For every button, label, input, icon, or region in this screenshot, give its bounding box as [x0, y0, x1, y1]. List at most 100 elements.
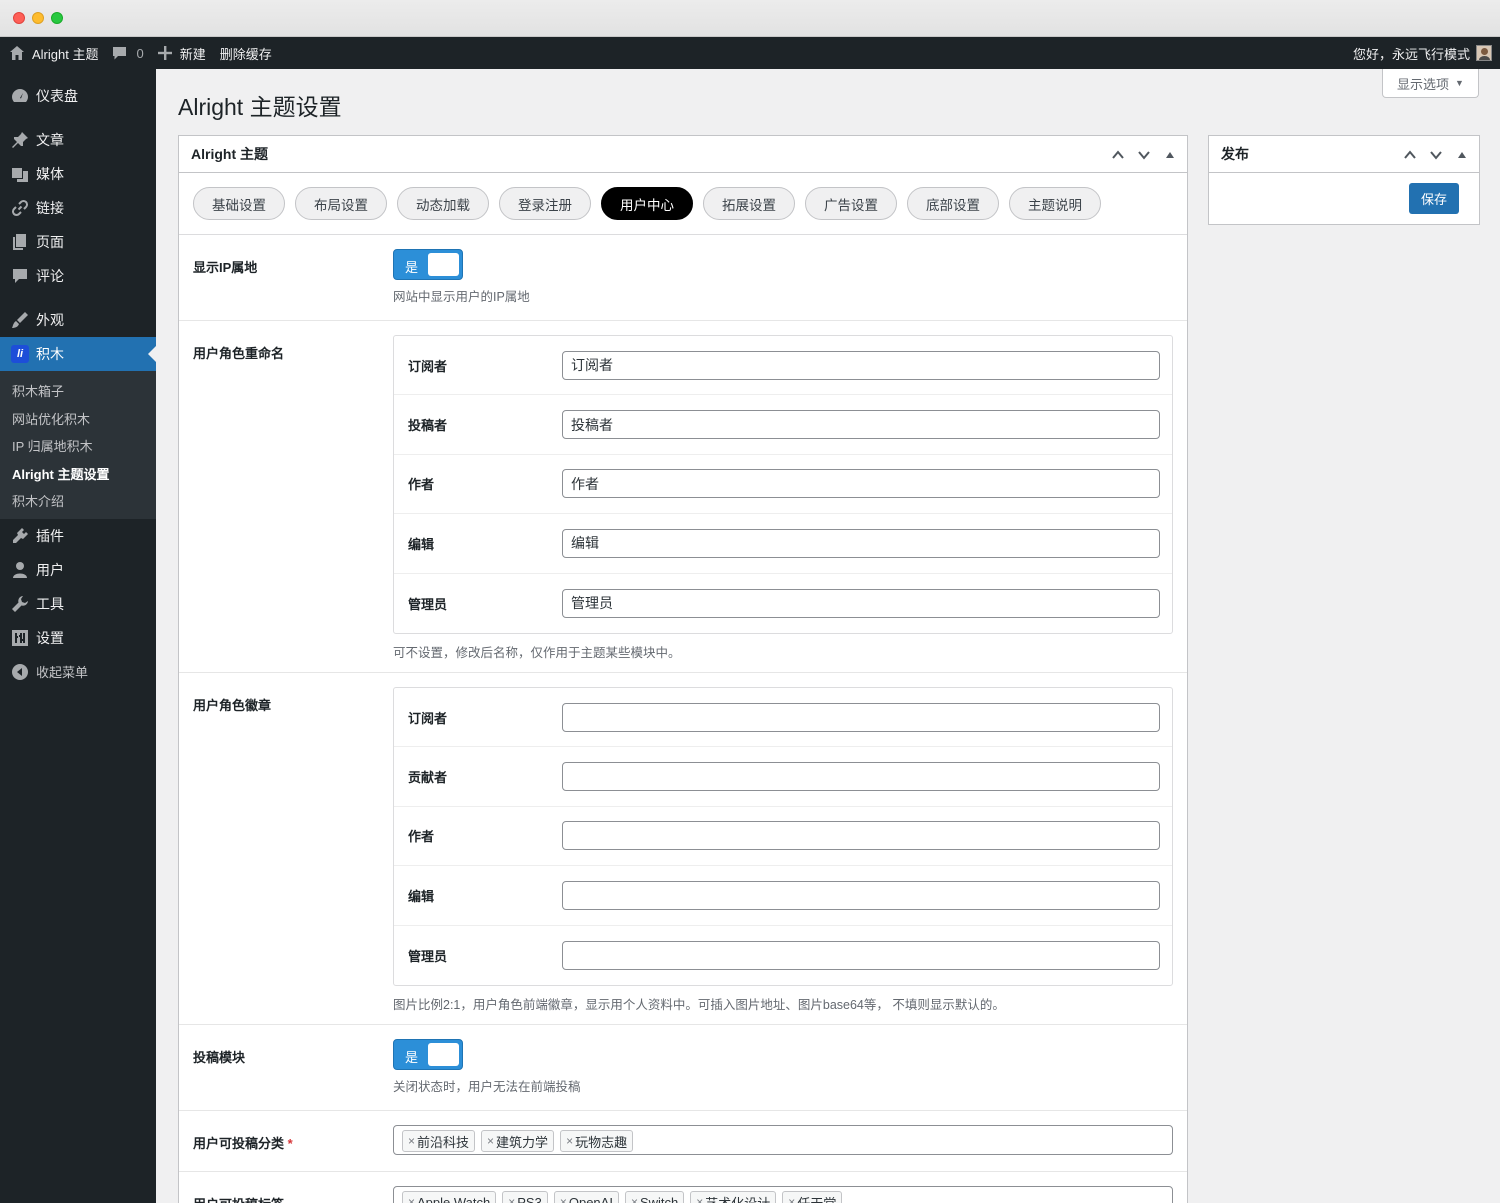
- move-down-icon[interactable]: [1425, 144, 1447, 166]
- tab-dynamic-loading[interactable]: 动态加载: [397, 187, 489, 220]
- row-label: 编辑: [408, 888, 435, 904]
- tag-chip: × Switch: [624, 1191, 685, 1203]
- move-up-icon[interactable]: [1107, 144, 1129, 166]
- new-content-link[interactable]: 新建: [151, 37, 213, 69]
- tab-user-center[interactable]: 用户中心: [601, 187, 693, 220]
- admin-name-input[interactable]: 管理员: [562, 588, 1160, 618]
- zoom-window-button[interactable]: [51, 12, 63, 24]
- admin-badge-input[interactable]: [562, 940, 1160, 970]
- submenu-item-ip-location[interactable]: IP 归属地积木: [0, 432, 156, 460]
- sidebar-item-comments[interactable]: 评论: [0, 259, 156, 293]
- row-label: 订阅者: [408, 358, 448, 374]
- role-badge-group: 订阅者 贡献者 作者 编辑 管理员: [393, 687, 1173, 986]
- comments-link[interactable]: 0: [105, 37, 150, 69]
- row-label: 作者: [408, 477, 435, 493]
- submenu-item-seo[interactable]: 网站优化积木: [0, 405, 156, 433]
- collapse-menu-button[interactable]: 收起菜单: [0, 655, 156, 689]
- show-ip-toggle[interactable]: 是: [393, 249, 463, 280]
- media-icon: [10, 164, 30, 184]
- remove-tag-icon[interactable]: ×: [408, 1195, 415, 1203]
- remove-tag-icon[interactable]: ×: [487, 1134, 494, 1148]
- contributor-name-input[interactable]: 投稿者: [562, 410, 1160, 440]
- submit-module-toggle[interactable]: 是: [393, 1039, 463, 1070]
- tag-chip: × 任天堂: [782, 1191, 843, 1203]
- field-submit-module: 投稿模块 是 关闭状态时，用户无法在前端投稿: [179, 1025, 1187, 1111]
- role-badge-row: 贡献者: [394, 747, 1172, 807]
- tab-layout[interactable]: 布局设置: [295, 187, 387, 220]
- tab-extensions[interactable]: 拓展设置: [703, 187, 795, 220]
- tab-ads[interactable]: 广告设置: [805, 187, 897, 220]
- subscriber-badge-input[interactable]: [562, 702, 1160, 732]
- screen-options-button[interactable]: 显示选项 ▼: [1382, 69, 1479, 98]
- sidebar-item-posts[interactable]: 文章: [0, 123, 156, 157]
- theme-settings-box: Alright 主题 基础设置 布局设置 动态加载 登录注册 用户中心 拓展设置…: [178, 135, 1188, 1203]
- remove-tag-icon[interactable]: ×: [788, 1195, 795, 1203]
- contributor-badge-input[interactable]: [562, 762, 1160, 792]
- tag-label: 艺术化设计: [705, 1195, 771, 1203]
- clear-cache-label: 删除缓存: [219, 46, 272, 62]
- tag-chip: × OpenAI: [553, 1191, 619, 1203]
- sidebar-item-media[interactable]: 媒体: [0, 157, 156, 191]
- tab-theme-docs[interactable]: 主题说明: [1009, 187, 1101, 220]
- screen-options-label: 显示选项: [1397, 76, 1450, 92]
- submit-categories-select[interactable]: × 前沿科技 × 建筑力学 × 玩物志趣: [393, 1125, 1173, 1155]
- sidebar-item-links[interactable]: 链接: [0, 191, 156, 225]
- tab-login-register[interactable]: 登录注册: [499, 187, 591, 220]
- tag-label: OpenAI: [568, 1194, 613, 1203]
- sidebar-item-appearance[interactable]: 外观: [0, 303, 156, 337]
- sidebar-item-users[interactable]: 用户: [0, 553, 156, 587]
- sidebar-item-pages[interactable]: 页面: [0, 225, 156, 259]
- site-home-link[interactable]: Alright 主题: [0, 37, 105, 69]
- role-rename-row: 订阅者 订阅者: [394, 336, 1172, 396]
- tab-basic[interactable]: 基础设置: [193, 187, 285, 220]
- role-rename-group: 订阅者 订阅者 投稿者 投稿者 作者 作者 编辑 编辑 管理员 管理员: [393, 335, 1173, 634]
- admin-bar: Alright 主题 0 新建 删除缓存 您好，永远飞行模式: [0, 37, 1500, 69]
- toggle-panel-icon[interactable]: [1451, 144, 1473, 166]
- author-name-input[interactable]: 作者: [562, 469, 1160, 499]
- sidebar-item-jimu[interactable]: li 积木: [0, 337, 156, 371]
- tag-chip: × Apple Watch: [402, 1191, 497, 1203]
- comments-count: 0: [136, 45, 144, 61]
- close-window-button[interactable]: [13, 12, 25, 24]
- sidebar-item-plugins[interactable]: 插件: [0, 519, 156, 553]
- editor-badge-input[interactable]: [562, 880, 1160, 910]
- editor-name-input[interactable]: 编辑: [562, 528, 1160, 558]
- remove-tag-icon[interactable]: ×: [631, 1195, 638, 1203]
- remove-tag-icon[interactable]: ×: [408, 1134, 415, 1148]
- sidebar-label: 媒体: [36, 166, 64, 182]
- move-up-icon[interactable]: [1399, 144, 1421, 166]
- field-show-ip: 显示IP属地 是 网站中显示用户的IP属地: [179, 235, 1187, 321]
- remove-tag-icon[interactable]: ×: [696, 1195, 703, 1203]
- move-down-icon[interactable]: [1133, 144, 1155, 166]
- sidebar-label: 工具: [36, 595, 64, 612]
- admin-sidebar: 仪表盘 文章 媒体 链接 页面 评论 外观 li 积木 积木箱子 网站优化积木 …: [0, 69, 156, 1203]
- save-button[interactable]: 保存: [1408, 183, 1459, 214]
- field-role-rename: 用户角色重命名 订阅者 订阅者 投稿者 投稿者 作者 作者 编辑 编辑 管理员 …: [179, 321, 1187, 673]
- sidebar-item-tools[interactable]: 工具: [0, 587, 156, 621]
- role-rename-row: 编辑 编辑: [394, 514, 1172, 574]
- submenu-item-jimu-box[interactable]: 积木箱子: [0, 377, 156, 405]
- sidebar-item-settings[interactable]: 设置: [0, 621, 156, 655]
- role-rename-row: 投稿者 投稿者: [394, 395, 1172, 455]
- submit-tags-select[interactable]: × Apple Watch × PS3 × OpenAI × Switch × 艺术化设计…: [393, 1186, 1173, 1203]
- remove-tag-icon[interactable]: ×: [508, 1195, 515, 1203]
- user-icon: [10, 560, 30, 580]
- required-mark: *: [287, 1136, 293, 1151]
- row-label: 管理员: [408, 948, 448, 964]
- minimize-window-button[interactable]: [32, 12, 44, 24]
- role-badge-row: 作者: [394, 807, 1172, 867]
- clear-cache-link[interactable]: 删除缓存: [213, 37, 279, 69]
- remove-tag-icon[interactable]: ×: [566, 1134, 573, 1148]
- author-badge-input[interactable]: [562, 821, 1160, 851]
- tab-footer[interactable]: 底部设置: [907, 187, 999, 220]
- toggle-knob: [428, 253, 459, 276]
- subscriber-name-input[interactable]: 订阅者: [562, 350, 1160, 380]
- toggle-panel-icon[interactable]: [1159, 144, 1181, 166]
- account-menu[interactable]: 您好，永远飞行模式: [1353, 37, 1492, 69]
- submenu-item-alright-settings[interactable]: Alright 主题设置: [0, 460, 156, 488]
- sidebar-item-dashboard[interactable]: 仪表盘: [0, 79, 156, 113]
- remove-tag-icon[interactable]: ×: [560, 1195, 567, 1203]
- site-name: Alright 主题: [32, 46, 99, 62]
- brush-icon: [10, 310, 30, 330]
- submenu-item-jimu-intro[interactable]: 积木介绍: [0, 487, 156, 515]
